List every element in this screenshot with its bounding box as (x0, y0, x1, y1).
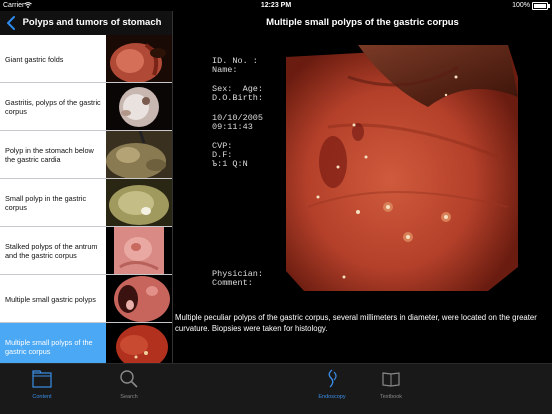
list-item-small-polyp[interactable]: Small polyp in the gastric corpus (0, 179, 172, 227)
page-title: Multiple small polyps of the gastric cor… (266, 17, 459, 28)
endoscopy-image[interactable]: ID. No. : Name: Sex: Age: D.O.Birth: 10/… (208, 37, 518, 291)
endoscopy-thumbnail (106, 275, 172, 322)
topic-list[interactable]: Giant gastric folds Gastritis, polyps of… (0, 35, 172, 375)
endoscopy-thumbnail (106, 179, 172, 226)
tab-content-label: Content (32, 394, 52, 400)
tab-endoscopy[interactable]: Endoscopy (302, 367, 362, 411)
book-icon (382, 372, 400, 387)
battery-icon (532, 1, 550, 10)
overlay-dob: D.O.Birth: (212, 93, 264, 103)
list-item-polyp-below-cardia[interactable]: Polyp in the stomach below the gastric c… (0, 131, 172, 179)
overlay-time: 09:11:43 (212, 122, 253, 132)
endoscopy-thumbnail (106, 227, 172, 274)
overlay-comment: Comment: (212, 278, 253, 288)
detail-pane: Multiple small polyps of the gastric cor… (173, 11, 552, 364)
endoscope-icon (328, 369, 337, 388)
clock: 12:23 PM (260, 2, 292, 9)
sidebar-header: Polyps and tumors of stomach (0, 11, 172, 35)
battery-percent: 100% (512, 2, 530, 9)
tab-bar: Content Search Endoscopy Textbook (0, 363, 552, 414)
overlay-name: Name: (212, 65, 238, 75)
list-item-giant-gastric-folds[interactable]: Giant gastric folds (0, 35, 172, 83)
endoscopy-thumbnail (106, 35, 172, 82)
tab-textbook-label: Textbook (379, 394, 402, 400)
list-item-label: Giant gastric folds (5, 54, 64, 64)
list-item-label: Polyp in the stomach below the gastric c… (5, 146, 94, 164)
list-item-label: Stalked polyps of the antrum and the gas… (5, 242, 98, 260)
list-item-label: Small polyp in the gastric corpus (5, 194, 87, 212)
list-item-label: Gastritis, polyps of the gastric corpus (5, 98, 101, 116)
sidebar: Polyps and tumors of stomach Giant gastr… (0, 11, 173, 414)
endoscopy-thumbnail (106, 83, 172, 130)
tab-endoscopy-label: Endoscopy (318, 394, 346, 400)
endoscopy-thumbnail (106, 131, 172, 178)
tab-search[interactable]: Search (99, 367, 159, 411)
tab-content[interactable]: Content (12, 367, 72, 411)
battery-status: 100% (512, 0, 550, 11)
tab-textbook[interactable]: Textbook (361, 367, 421, 411)
list-item-stalked-polyps[interactable]: Stalked polyps of the antrum and the gas… (0, 227, 172, 275)
search-icon (120, 370, 138, 388)
image-caption: Multiple peculiar polyps of the gastric … (175, 313, 537, 333)
list-item-gastritis-polyps[interactable]: Gastritis, polyps of the gastric corpus (0, 83, 172, 131)
tab-search-label: Search (120, 394, 138, 400)
folder-icon (32, 370, 52, 388)
overlay-param: Ъ:1 Q:N (212, 159, 248, 169)
list-item-multiple-small-gastric-polyps[interactable]: Multiple small gastric polyps (0, 275, 172, 323)
list-item-label: Multiple small gastric polyps (5, 294, 96, 304)
status-bar: Carrier 12:23 PM 100% (0, 0, 552, 11)
sidebar-title: Polyps and tumors of stomach (22, 17, 162, 28)
